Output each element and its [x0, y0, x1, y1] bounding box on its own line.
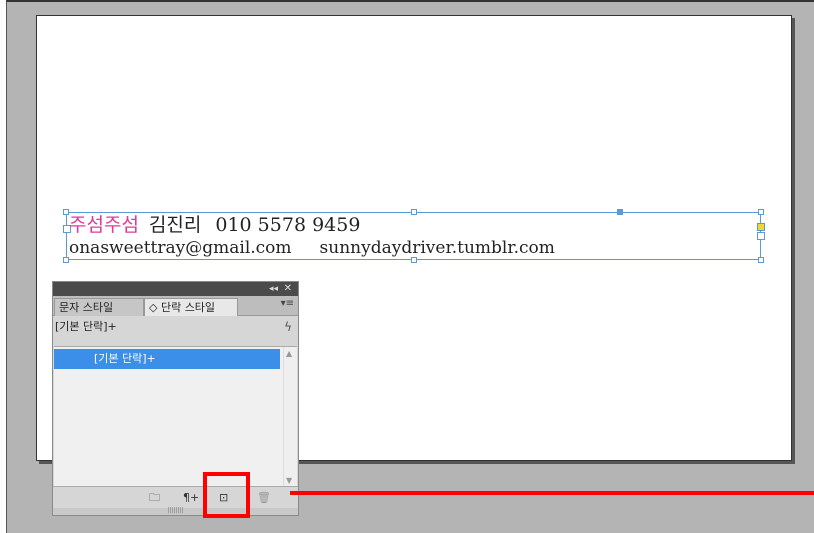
frame-handle-br[interactable]: [758, 257, 764, 263]
resize-grip[interactable]: ||||||||: [53, 508, 298, 515]
website-text: sunnydaydriver.tumblr.com: [319, 238, 555, 258]
frame-handle-mr[interactable]: [757, 232, 765, 240]
panel-menu-icon[interactable]: ▾≡: [281, 298, 294, 309]
collapse-panel-icon[interactable]: ◂◂: [269, 282, 278, 296]
list-scrollbar[interactable]: ▲ ▼: [283, 347, 297, 487]
panel-titlebar[interactable]: ◂◂ ✕: [53, 282, 298, 296]
folder-icon[interactable]: 🗀: [149, 491, 160, 504]
frame-center-point[interactable]: [617, 209, 623, 215]
email-text: onasweettray@gmail.com: [69, 238, 292, 258]
current-style-label: [기본 단락]+: [55, 320, 117, 333]
tab-paragraph-styles[interactable]: ◇ 단락 스타일: [144, 298, 238, 316]
brand-text: 주섬주섬: [69, 214, 139, 236]
panel-footer: 🗀 ¶+ ⊡ 🗑: [53, 486, 298, 508]
highlight-box: [203, 472, 250, 518]
frame-out-port[interactable]: [757, 223, 765, 231]
business-card-line1: 주섬주섬 김진리 010 5578 9459: [69, 213, 360, 237]
page-shadow-right: [792, 18, 795, 464]
paragraph-override-icon[interactable]: ¶+: [183, 491, 199, 504]
list-item[interactable]: [기본 단락]+: [54, 349, 280, 369]
scroll-down-icon[interactable]: ▼: [286, 476, 292, 485]
callout-line: [290, 491, 814, 495]
current-style-row: [기본 단락]+ ϟ: [53, 316, 298, 338]
tab-character-styles[interactable]: 문자 스타일: [54, 298, 144, 316]
business-card-line2: onasweettray@gmail.com sunnydaydriver.tum…: [69, 237, 555, 259]
panel-tabs: 문자 스타일 ◇ 단락 스타일 ▾≡: [53, 296, 298, 316]
phone-text: 010 5578 9459: [215, 214, 361, 236]
frame-handle-tc[interactable]: [411, 209, 417, 215]
name-text: 김진리: [148, 214, 202, 236]
paragraph-styles-panel: ◂◂ ✕ 문자 스타일 ◇ 단락 스타일 ▾≡ [기본 단락]+ ϟ [기본 단…: [52, 281, 299, 516]
style-list: [기본 단락]+ ▲ ▼: [54, 346, 297, 487]
text-frame[interactable]: 주섬주섬 김진리 010 5578 9459 onasweettray@gmail.…: [63, 209, 765, 263]
trash-icon[interactable]: 🗑: [257, 491, 271, 504]
scroll-up-icon[interactable]: ▲: [286, 349, 292, 358]
quick-apply-icon[interactable]: ϟ: [284, 316, 292, 338]
frame-handle-tr[interactable]: [758, 209, 764, 215]
close-panel-icon[interactable]: ✕: [284, 282, 292, 296]
